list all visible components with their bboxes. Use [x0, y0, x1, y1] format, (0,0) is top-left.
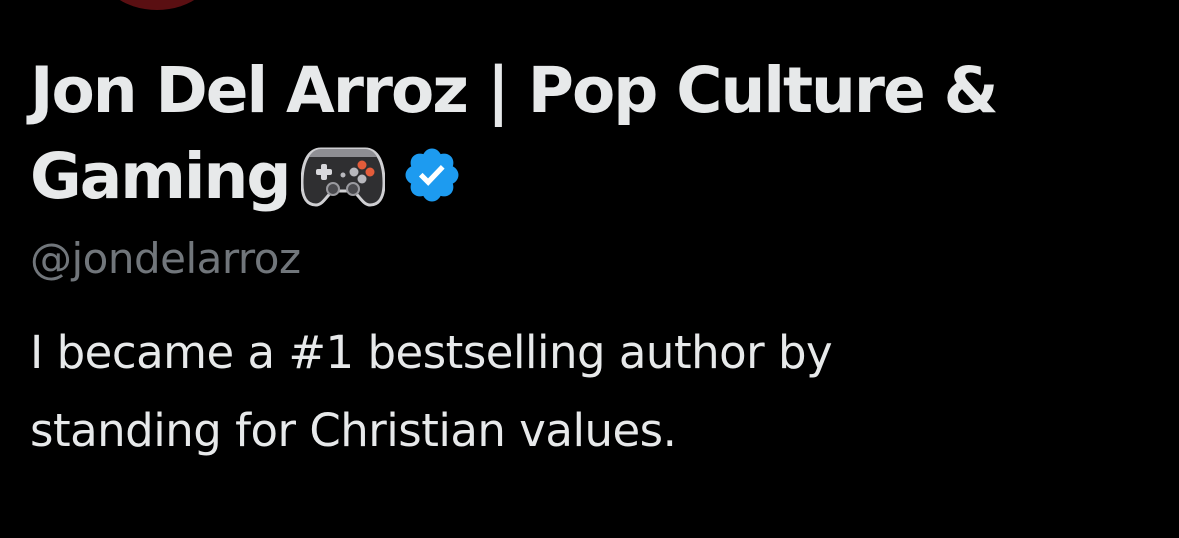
bio: I became a #1 bestselling author by stan… — [30, 326, 833, 457]
name-badges — [301, 143, 463, 207]
handle: @jondelarroz — [30, 234, 301, 283]
display-name-text: Jon Del Arroz | Pop Culture & Gaming — [30, 54, 999, 213]
game-controller-icon — [301, 143, 386, 207]
avatar[interactable] — [95, 0, 219, 10]
display-name: Jon Del Arroz | Pop Culture & Gaming — [30, 48, 1160, 220]
verified-badge-icon[interactable] — [401, 144, 463, 206]
profile-header: Jon Del Arroz | Pop Culture & Gaming @jo… — [30, 48, 1160, 470]
